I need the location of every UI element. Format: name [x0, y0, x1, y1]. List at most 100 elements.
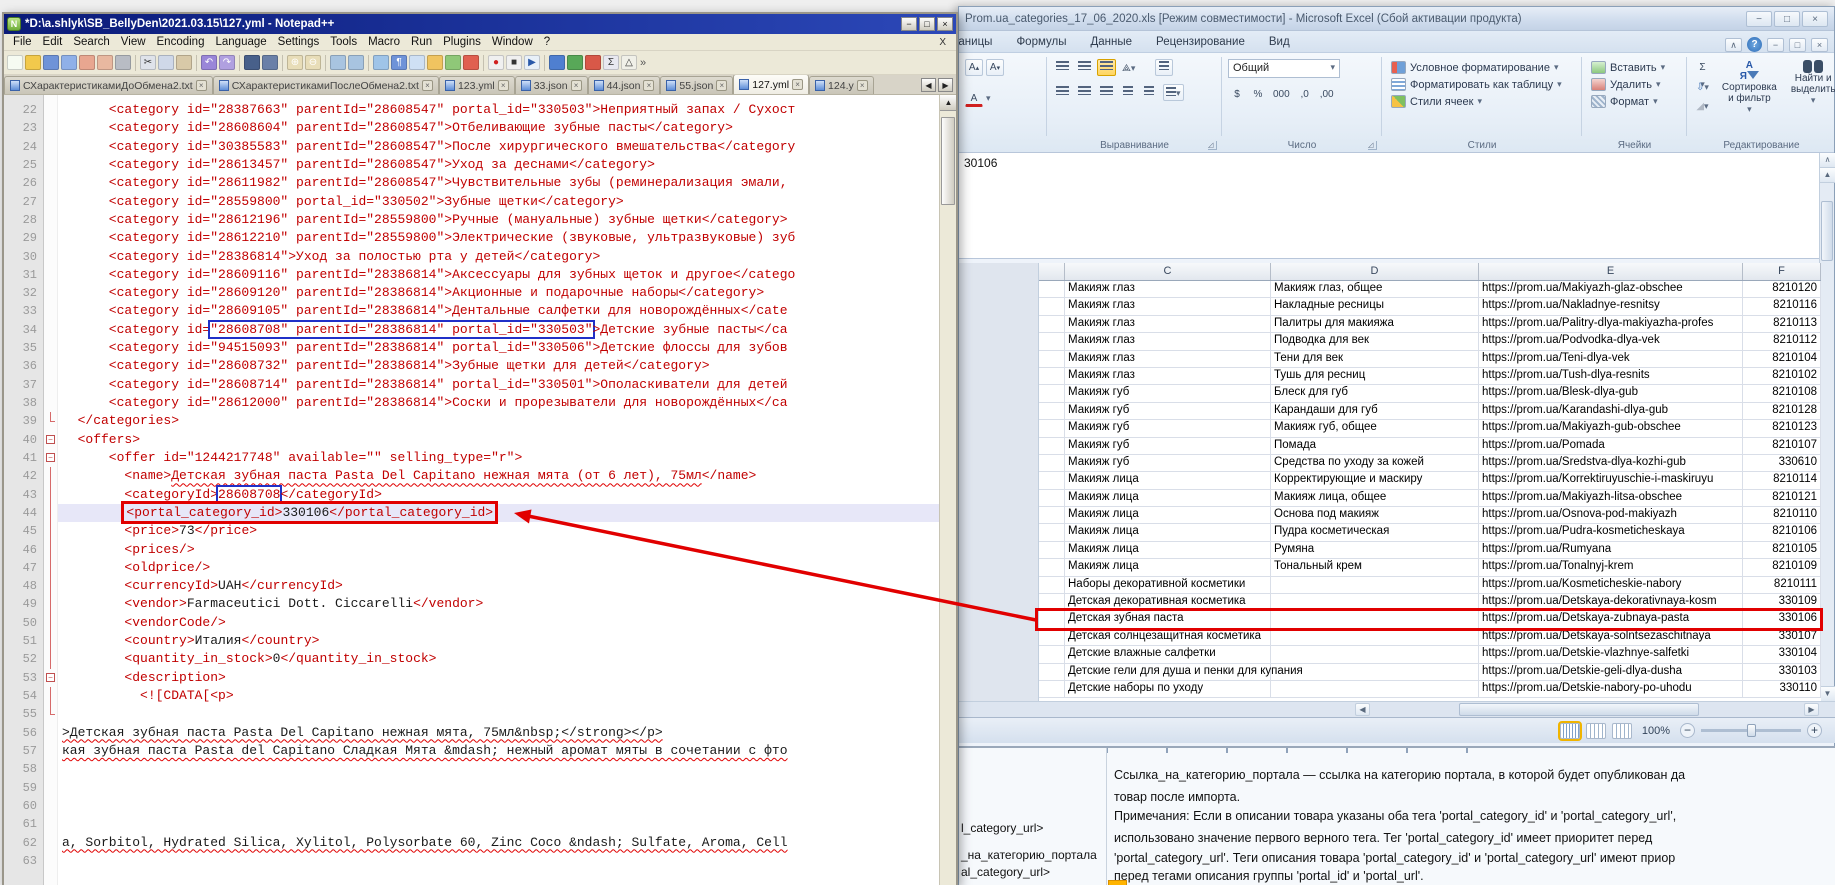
close-icon[interactable]: × [1802, 11, 1828, 27]
align-left-icon[interactable] [1053, 84, 1072, 101]
column-header-E[interactable]: E [1479, 263, 1743, 280]
close-doc-icon[interactable] [79, 55, 95, 70]
table-row[interactable]: Макияж глазПодводка для векhttps://prom.… [1039, 333, 1821, 350]
editor-line[interactable]: <oldprice/> [58, 559, 939, 577]
replace-icon[interactable] [262, 55, 278, 70]
editor-line[interactable]: <![CDATA[<p> [58, 687, 939, 705]
table-row[interactable]: Макияж губКарандаши для губhttps://prom.… [1039, 403, 1821, 420]
cell[interactable]: Тушь для ресниц [1271, 368, 1479, 385]
align-middle-icon[interactable] [1075, 59, 1094, 76]
cell[interactable]: 330104 [1743, 646, 1821, 663]
editor-area[interactable]: 2223242526272829303132333435363738394041… [4, 95, 956, 885]
menu-item-view[interactable]: View [116, 35, 151, 49]
ribbon-tab-Формулы[interactable]: Формулы [1004, 33, 1078, 52]
tab-close-icon[interactable]: × [498, 80, 509, 91]
plugin-delta-icon[interactable]: △ [621, 55, 637, 70]
cell[interactable]: https://prom.ua/Detskaya-zubnaya-pasta [1479, 611, 1743, 628]
cell[interactable]: 8210110 [1743, 507, 1821, 524]
plugin-table-icon[interactable] [567, 55, 583, 70]
tab-55.json[interactable]: 55.json× [660, 76, 733, 94]
paste-icon[interactable] [176, 55, 192, 70]
minimize-icon[interactable]: − [1746, 11, 1772, 27]
show-indent-guide-icon[interactable] [409, 55, 425, 70]
cell[interactable] [1039, 577, 1065, 594]
tab-scroll-left-icon[interactable]: ◀ [921, 78, 936, 92]
cell[interactable] [1039, 333, 1065, 350]
cell[interactable]: https://prom.ua/Detskaya-solntsezaschitn… [1479, 629, 1743, 646]
table-row[interactable]: Макияж губБлеск для губhttps://prom.ua/B… [1039, 385, 1821, 402]
cell[interactable] [1039, 385, 1065, 402]
editor-line[interactable]: <portal_category_id>330106</portal_categ… [58, 504, 939, 522]
monitor-icon[interactable] [463, 55, 479, 70]
cell[interactable]: 330110 [1743, 681, 1821, 698]
cell[interactable] [1271, 629, 1479, 646]
ribbon-tab-Вид[interactable]: Вид [1257, 33, 1302, 52]
cell[interactable]: Румяна [1271, 542, 1479, 559]
cell[interactable] [1039, 507, 1065, 524]
workbook-minimize-icon[interactable]: − [1767, 38, 1784, 52]
cell[interactable]: 8210114 [1743, 472, 1821, 489]
tab-close-icon[interactable]: × [422, 80, 433, 91]
grid-vertical-scrollbar[interactable]: ∧ ▲ ▼ [1819, 153, 1834, 701]
tab-33.json[interactable]: 33.json× [515, 76, 588, 94]
cell[interactable]: 8210128 [1743, 403, 1821, 420]
tab-44.json[interactable]: 44.json× [588, 76, 661, 94]
editor-line[interactable]: <description> [58, 669, 939, 687]
scroll-right-icon[interactable]: ▶ [1804, 703, 1819, 716]
editor-line[interactable]: <offers> [58, 431, 939, 449]
tab-123.yml[interactable]: 123.yml× [439, 76, 515, 94]
play-macro-icon[interactable]: ▶ [524, 55, 540, 70]
editor-line[interactable]: <category id="28608708" parentId="283868… [58, 321, 939, 339]
cell[interactable]: Наборы декоративной косметики [1065, 577, 1271, 594]
cell[interactable]: Макияж глаз [1065, 333, 1271, 350]
cell[interactable]: Макияж глаз [1065, 351, 1271, 368]
minimize-icon[interactable]: − [901, 17, 917, 31]
editor-line[interactable] [58, 815, 939, 833]
dialog-launcher-icon[interactable]: ◿ [1208, 141, 1217, 150]
record-macro-icon[interactable]: ● [488, 55, 504, 70]
tab-close-icon[interactable]: × [716, 80, 727, 91]
editor-line[interactable] [58, 760, 939, 778]
cell[interactable]: Макияж глаз [1065, 316, 1271, 333]
cell[interactable]: https://prom.ua/Pomada [1479, 438, 1743, 455]
cell[interactable]: Детская декоративная косметика [1065, 594, 1271, 611]
editor-line[interactable]: <country>Италия</country> [58, 632, 939, 650]
cell[interactable]: https://prom.ua/Blesk-dlya-gub [1479, 385, 1743, 402]
delete-button[interactable]: Удалить▾ [1588, 76, 1680, 93]
cell[interactable]: Детские влажные салфетки [1065, 646, 1271, 663]
cell[interactable]: https://prom.ua/Teni-dlya-vek [1479, 351, 1743, 368]
column-header-C[interactable]: C [1065, 263, 1271, 280]
editor-line[interactable]: <category id="28608732" parentId="283868… [58, 357, 939, 375]
editor-line[interactable]: <category id="28608714" parentId="283868… [58, 376, 939, 394]
menu-item-search[interactable]: Search [68, 35, 114, 49]
formula-bar[interactable]: 30106 [959, 153, 1821, 259]
cell[interactable]: https://prom.ua/Kosmeticheskie-nabory [1479, 577, 1743, 594]
cell[interactable] [1271, 664, 1479, 681]
align-right-icon[interactable] [1097, 84, 1116, 101]
cell[interactable] [1039, 681, 1065, 698]
maximize-icon[interactable]: □ [1774, 11, 1800, 27]
menu-item-macro[interactable]: Macro [363, 35, 405, 49]
number-format-select[interactable]: Общий ▾ [1228, 59, 1340, 78]
cell[interactable] [1039, 664, 1065, 681]
table-row[interactable]: Детские гели для душа и пенки для купани… [1039, 664, 1821, 681]
cell[interactable] [1039, 594, 1065, 611]
editor-line[interactable]: <category id="28613457" parentId="286085… [58, 156, 939, 174]
menu-close-icon[interactable]: X [933, 37, 952, 48]
cell[interactable] [1039, 472, 1065, 489]
table-row[interactable]: Детские наборы по уходуhttps://prom.ua/D… [1039, 681, 1821, 698]
cell[interactable]: Детская солнцезащитная косметика [1065, 629, 1271, 646]
editor-line[interactable]: <category id="28612196" parentId="285598… [58, 211, 939, 229]
align-top-icon[interactable] [1053, 59, 1072, 76]
plugin-chart-icon[interactable] [585, 55, 601, 70]
ribbon-tab-Рецензирование[interactable]: Рецензирование [1144, 33, 1257, 52]
save-all-icon[interactable] [61, 55, 77, 70]
cell[interactable]: Макияж лица [1065, 490, 1271, 507]
cell[interactable]: 8210121 [1743, 490, 1821, 507]
editor-scroll-thumb[interactable] [941, 117, 955, 205]
conditional-formatting-button[interactable]: Условное форматирование▾ [1388, 59, 1575, 76]
cell[interactable]: Макияж губ [1065, 403, 1271, 420]
font-color-icon[interactable]: A [965, 90, 983, 107]
dialog-launcher-icon[interactable]: ◿ [1368, 141, 1377, 150]
cell[interactable] [1271, 577, 1479, 594]
